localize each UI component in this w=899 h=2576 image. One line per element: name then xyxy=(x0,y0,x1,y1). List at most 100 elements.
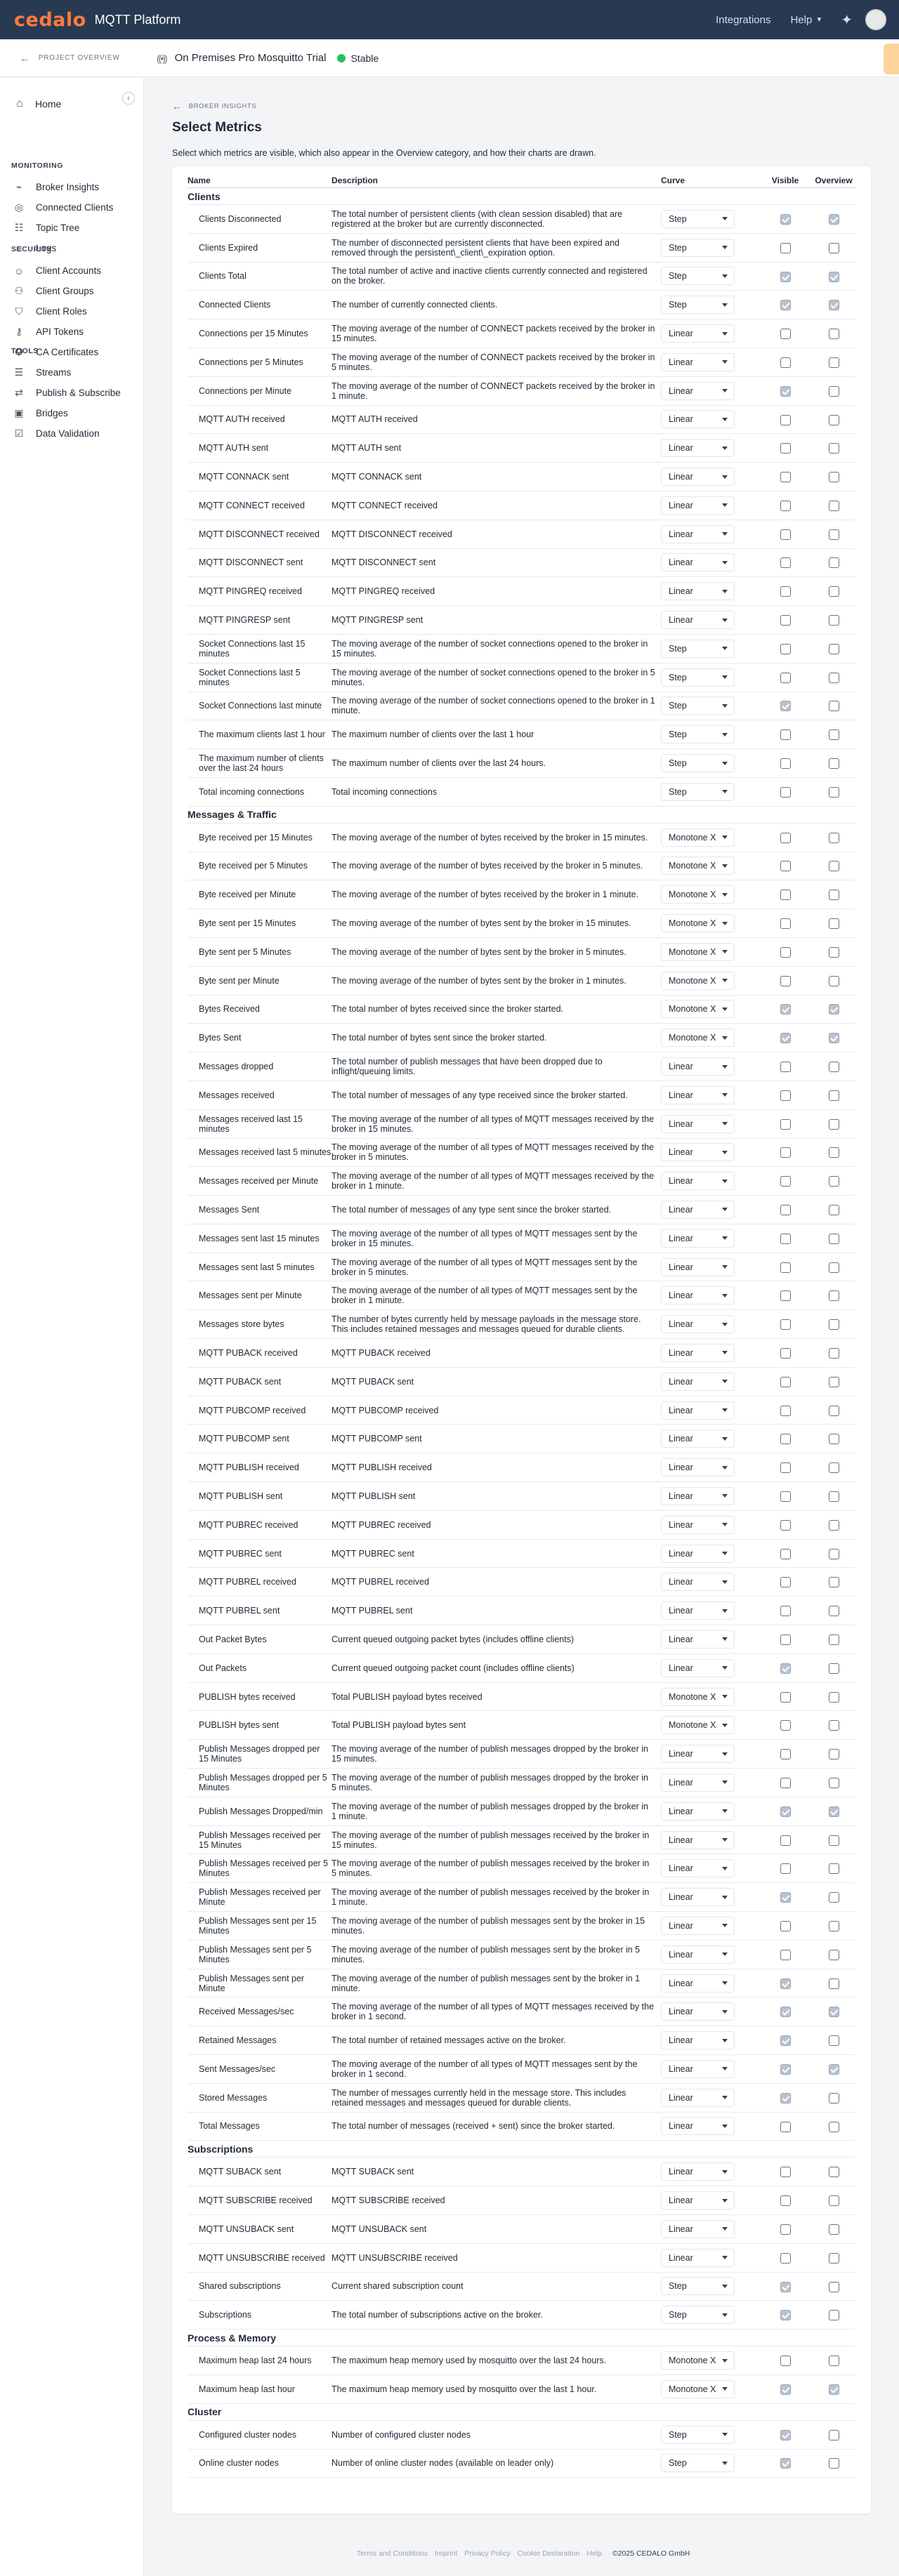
visible-checkbox[interactable] xyxy=(780,861,791,872)
overview-checkbox[interactable] xyxy=(828,414,839,425)
visible-checkbox[interactable] xyxy=(780,1062,791,1073)
sidebar-item-api-tokens[interactable]: ⚷ API Tokens xyxy=(0,322,144,342)
curve-select[interactable]: Linear xyxy=(661,1458,735,1477)
curve-select[interactable]: Monotone X xyxy=(661,828,735,847)
visible-checkbox[interactable] xyxy=(780,1691,791,1703)
overview-checkbox[interactable] xyxy=(828,975,839,986)
curve-select[interactable]: Linear xyxy=(661,1544,735,1563)
side-panel-tab[interactable] xyxy=(884,44,899,74)
curve-select[interactable]: Monotone X xyxy=(661,857,735,876)
overview-checkbox[interactable] xyxy=(828,758,839,770)
curve-select[interactable]: Linear xyxy=(661,1916,735,1935)
visible-checkbox[interactable] xyxy=(780,242,791,253)
curve-select[interactable]: Linear xyxy=(661,2162,735,2181)
overview-checkbox[interactable] xyxy=(828,271,839,282)
curve-select[interactable]: Linear xyxy=(661,1085,735,1104)
visible-checkbox[interactable] xyxy=(780,2121,791,2132)
curve-select[interactable]: Linear xyxy=(661,1773,735,1792)
curve-select[interactable]: Linear xyxy=(661,553,735,572)
overview-checkbox[interactable] xyxy=(828,2458,839,2469)
overview-checkbox[interactable] xyxy=(828,1062,839,1073)
overview-checkbox[interactable] xyxy=(828,1262,839,1273)
curve-select[interactable]: Linear xyxy=(661,1315,735,1334)
curve-select[interactable]: Step xyxy=(661,696,735,715)
visible-checkbox[interactable] xyxy=(780,1462,791,1474)
overview-checkbox[interactable] xyxy=(828,672,839,683)
curve-select[interactable]: Linear xyxy=(661,2248,735,2267)
visible-checkbox[interactable] xyxy=(780,1548,791,1559)
visible-checkbox[interactable] xyxy=(780,2167,791,2178)
overview-checkbox[interactable] xyxy=(828,213,839,225)
sidebar-item-client-roles[interactable]: ⛉ Client Roles xyxy=(0,301,144,322)
overview-checkbox[interactable] xyxy=(828,2281,839,2292)
overview-checkbox[interactable] xyxy=(828,1749,839,1760)
curve-select[interactable]: Monotone X xyxy=(661,1000,735,1019)
footer-link[interactable]: Terms and Conditions xyxy=(357,2549,428,2558)
overview-checkbox[interactable] xyxy=(828,443,839,454)
overview-checkbox[interactable] xyxy=(828,329,839,340)
visible-checkbox[interactable] xyxy=(780,701,791,712)
overview-checkbox[interactable] xyxy=(828,2429,839,2440)
overview-checkbox[interactable] xyxy=(828,1118,839,1130)
visible-checkbox[interactable] xyxy=(780,1777,791,1788)
footer-link[interactable]: Imprint xyxy=(435,2549,457,2558)
visible-checkbox[interactable] xyxy=(780,472,791,483)
overview-checkbox[interactable] xyxy=(828,918,839,930)
curve-select[interactable]: Step xyxy=(661,296,735,315)
footer-link[interactable]: Help xyxy=(586,2549,602,2558)
visible-checkbox[interactable] xyxy=(780,643,791,654)
curve-select[interactable]: Linear xyxy=(661,1257,735,1276)
overview-checkbox[interactable] xyxy=(828,861,839,872)
curve-select[interactable]: Linear xyxy=(661,1630,735,1649)
curve-select[interactable]: Linear xyxy=(661,524,735,543)
overview-checkbox[interactable] xyxy=(828,1835,839,1846)
overview-checkbox[interactable] xyxy=(828,557,839,569)
curve-select[interactable]: Linear xyxy=(661,1802,735,1821)
visible-checkbox[interactable] xyxy=(780,1720,791,1731)
curve-select[interactable]: Linear xyxy=(661,1372,735,1391)
overview-checkbox[interactable] xyxy=(828,357,839,368)
visible-checkbox[interactable] xyxy=(780,1892,791,1903)
curve-select[interactable]: Step xyxy=(661,754,735,773)
visible-checkbox[interactable] xyxy=(780,1920,791,1931)
overview-checkbox[interactable] xyxy=(828,1290,839,1302)
curve-select[interactable]: Step xyxy=(661,639,735,658)
curve-select[interactable]: Monotone X xyxy=(661,971,735,990)
visible-checkbox[interactable] xyxy=(780,2063,791,2075)
visible-checkbox[interactable] xyxy=(780,890,791,901)
visible-checkbox[interactable] xyxy=(780,529,791,540)
curve-select[interactable]: Linear xyxy=(661,1343,735,1362)
overview-checkbox[interactable] xyxy=(828,472,839,483)
visible-checkbox[interactable] xyxy=(780,1606,791,1617)
curve-select[interactable]: Step xyxy=(661,668,735,687)
overview-checkbox[interactable] xyxy=(828,1348,839,1359)
visible-checkbox[interactable] xyxy=(780,1405,791,1416)
visible-checkbox[interactable] xyxy=(780,500,791,511)
cedalo-logo[interactable]: cedalo xyxy=(14,9,86,31)
curve-select[interactable]: Monotone X xyxy=(661,942,735,961)
overview-checkbox[interactable] xyxy=(828,2092,839,2103)
visible-checkbox[interactable] xyxy=(780,2224,791,2235)
overview-checkbox[interactable] xyxy=(828,1491,839,1502)
overview-checkbox[interactable] xyxy=(828,2035,839,2047)
visible-checkbox[interactable] xyxy=(780,1806,791,1817)
visible-checkbox[interactable] xyxy=(780,2429,791,2440)
visible-checkbox[interactable] xyxy=(780,946,791,958)
visible-checkbox[interactable] xyxy=(780,586,791,597)
curve-select[interactable]: Linear xyxy=(661,1057,735,1076)
visible-checkbox[interactable] xyxy=(780,1176,791,1187)
curve-select[interactable]: Linear xyxy=(661,1486,735,1505)
overview-checkbox[interactable] xyxy=(828,1233,839,1244)
visible-checkbox[interactable] xyxy=(780,786,791,798)
curve-select[interactable]: Linear xyxy=(661,2117,735,2136)
overview-checkbox[interactable] xyxy=(828,2384,839,2395)
curve-select[interactable]: Linear xyxy=(661,1143,735,1162)
visible-checkbox[interactable] xyxy=(780,385,791,397)
curve-select[interactable]: Step xyxy=(661,2306,735,2325)
curve-select[interactable]: Step xyxy=(661,238,735,257)
sidebar-item-topic-tree[interactable]: ☷ Topic Tree xyxy=(0,218,144,238)
curve-select[interactable]: Linear xyxy=(661,1286,735,1305)
curve-select[interactable]: Linear xyxy=(661,1229,735,1248)
sidebar-item-client-accounts[interactable]: ☺ Client Accounts xyxy=(0,260,144,281)
overview-checkbox[interactable] xyxy=(828,300,839,311)
